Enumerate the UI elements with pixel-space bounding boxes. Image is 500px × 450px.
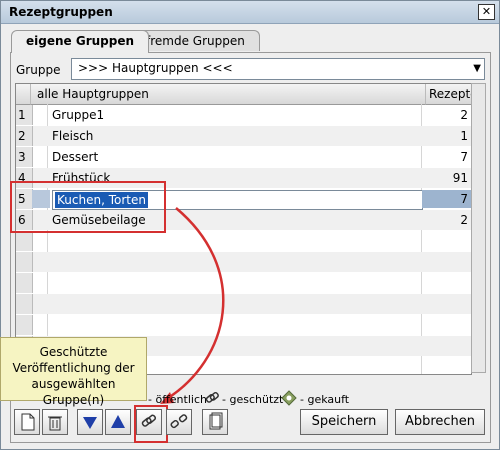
arrow-up-icon bbox=[111, 415, 125, 428]
publish-public-button[interactable] bbox=[166, 409, 192, 435]
legend-public: - öffentlich bbox=[148, 393, 207, 406]
document-stack-icon bbox=[209, 412, 223, 430]
new-document-icon bbox=[21, 413, 35, 431]
legend-protected: - geschützt bbox=[222, 393, 284, 406]
delete-group-button[interactable] bbox=[42, 409, 68, 435]
save-button[interactable]: Speichern bbox=[300, 409, 388, 435]
trash-icon bbox=[48, 416, 62, 431]
tab-eigene-gruppen[interactable]: eigene Gruppen bbox=[11, 30, 150, 53]
tag-icon bbox=[281, 390, 297, 406]
arrow-down-icon bbox=[83, 417, 97, 429]
move-up-button[interactable] bbox=[105, 409, 131, 435]
new-group-button[interactable] bbox=[14, 409, 40, 435]
move-down-button[interactable] bbox=[77, 409, 103, 435]
legend-bought: - gekauft bbox=[300, 393, 350, 406]
tooltip: Geschützte Veröffentlichung der ausgewäh… bbox=[0, 337, 147, 407]
chain-icon bbox=[205, 391, 219, 403]
publish-protected-button[interactable] bbox=[136, 409, 162, 435]
cancel-button[interactable]: Abbrechen bbox=[395, 409, 485, 435]
export-button[interactable] bbox=[202, 409, 228, 435]
broken-chain-icon bbox=[170, 414, 188, 429]
chain-icon bbox=[141, 414, 157, 427]
